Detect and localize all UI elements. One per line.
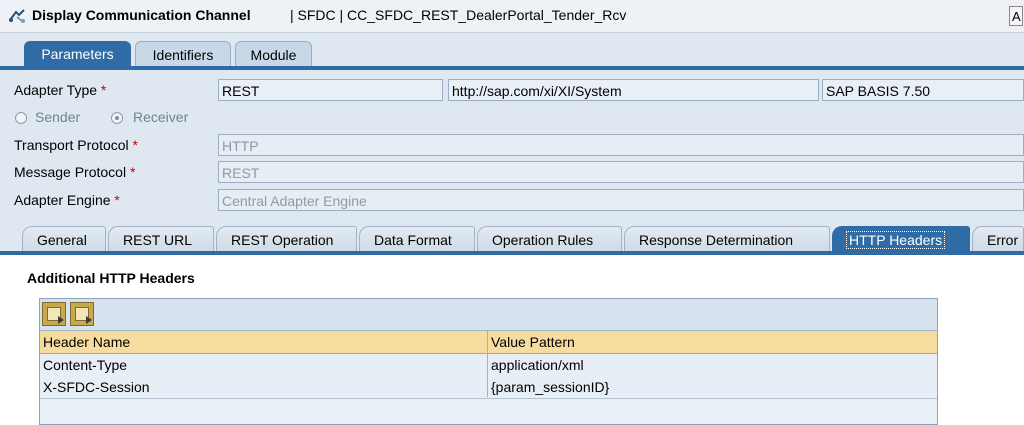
transport-protocol-label: Transport Protocol *	[14, 137, 138, 153]
value-pattern-cell[interactable]: {param_sessionID}	[488, 376, 937, 398]
tab-divider	[0, 66, 1024, 70]
table-header: Header Name Value Pattern	[40, 331, 937, 354]
column-header-value[interactable]: Value Pattern	[488, 331, 937, 353]
delete-row-icon[interactable]	[70, 302, 94, 326]
tab-rest-url[interactable]: REST URL	[108, 226, 214, 252]
communication-channel-icon	[9, 9, 25, 23]
section-title: Additional HTTP Headers	[27, 270, 195, 286]
tab-error[interactable]: Error	[972, 226, 1024, 252]
receiver-radio[interactable]	[111, 112, 123, 124]
adapter-type-label: Adapter Type *	[14, 82, 107, 98]
sender-label: Sender	[35, 109, 81, 125]
channel-path: | SFDC | CC_SFDC_REST_DealerPortal_Tende…	[290, 7, 627, 23]
tab-parameters[interactable]: Parameters	[24, 41, 131, 67]
tab-rest-operation[interactable]: REST Operation	[216, 226, 357, 252]
insert-row-icon[interactable]	[42, 302, 66, 326]
adapter-namespace-field[interactable]: http://sap.com/xi/XI/System	[448, 79, 819, 101]
table-row[interactable]: Content-Type application/xml	[40, 354, 937, 377]
tab-module[interactable]: Module	[235, 41, 312, 67]
adapter-tab-strip: General REST URL REST Operation Data For…	[0, 222, 1024, 254]
tab-general[interactable]: General	[22, 226, 106, 252]
table-row[interactable]: X-SFDC-Session {param_sessionID}	[40, 376, 937, 399]
tab-data-format[interactable]: Data Format	[359, 226, 475, 252]
adapter-engine-label: Adapter Engine *	[14, 192, 120, 208]
column-divider	[487, 331, 488, 397]
receiver-label: Receiver	[133, 109, 189, 125]
tab-operation-rules[interactable]: Operation Rules	[477, 226, 622, 252]
tab-http-headers[interactable]: HTTP Headers	[832, 226, 970, 252]
table-toolbar	[40, 299, 937, 331]
header-name-cell[interactable]: X-SFDC-Session	[40, 376, 487, 398]
sender-radio[interactable]	[15, 112, 27, 124]
top-tab-strip: Parameters Identifiers Module	[0, 33, 1024, 67]
adapter-type-field[interactable]: REST	[218, 79, 443, 101]
column-header-name[interactable]: Header Name	[40, 331, 487, 353]
message-protocol-label: Message Protocol *	[14, 164, 136, 180]
corner-button[interactable]: A	[1009, 6, 1023, 26]
transport-protocol-field[interactable]: HTTP	[218, 134, 1024, 156]
tab-response-determination[interactable]: Response Determination	[624, 226, 830, 252]
page-title: Display Communication Channel	[32, 7, 251, 23]
value-pattern-cell[interactable]: application/xml	[488, 354, 937, 376]
header-name-cell[interactable]: Content-Type	[40, 354, 487, 376]
adapter-engine-field[interactable]: Central Adapter Engine	[218, 189, 1024, 211]
tab-identifiers[interactable]: Identifiers	[135, 41, 231, 67]
message-protocol-field[interactable]: REST	[218, 161, 1024, 183]
adapter-swcv-field[interactable]: SAP BASIS 7.50	[822, 79, 1024, 101]
